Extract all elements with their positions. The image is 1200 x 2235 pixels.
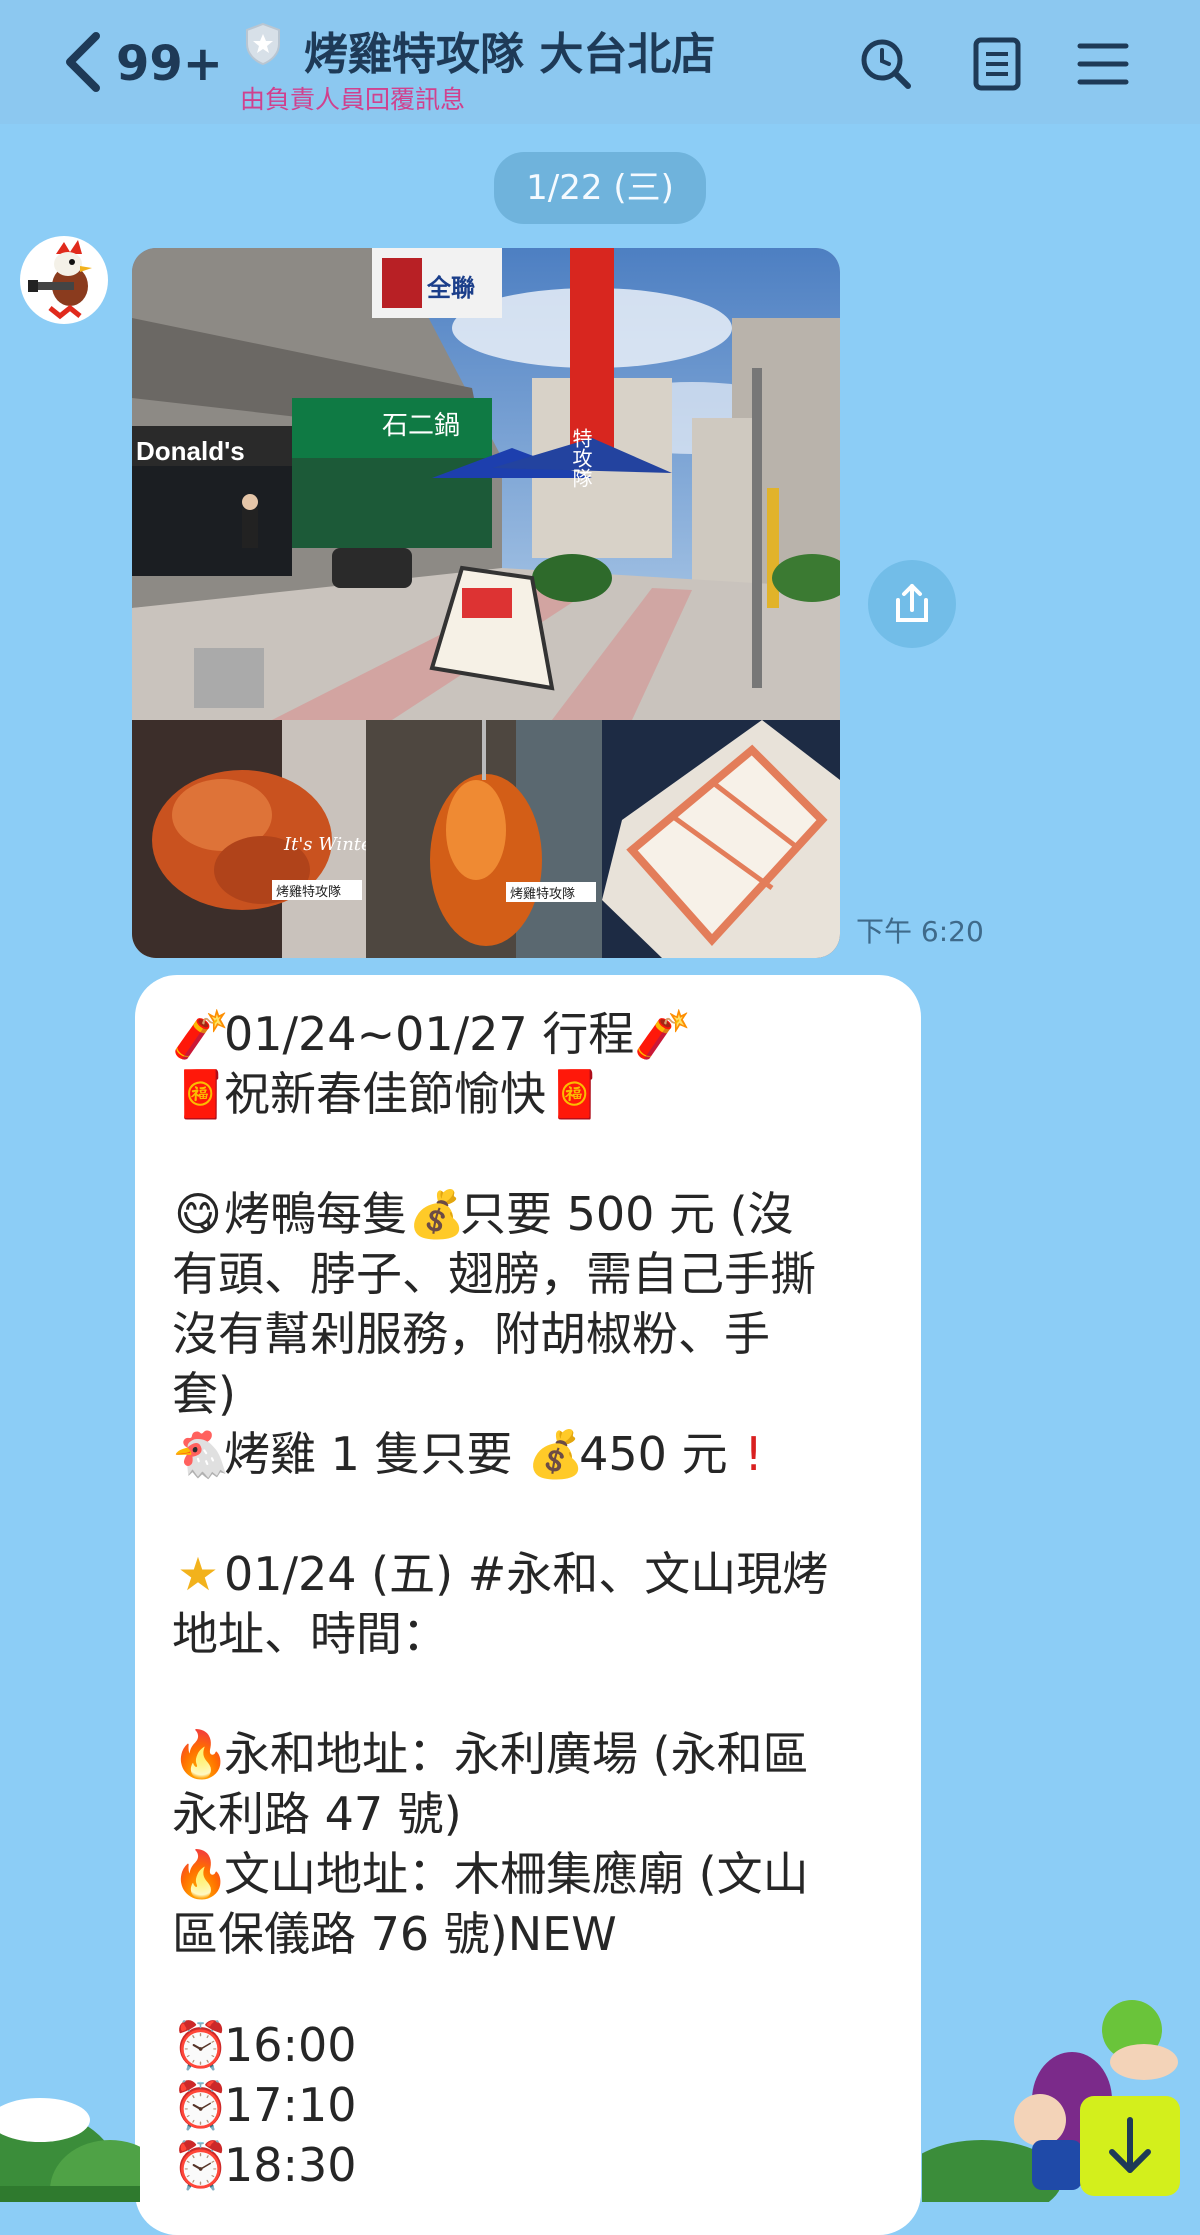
message-timestamp: 下午 6:20 <box>856 915 984 948</box>
star-icon: ★ <box>177 1547 219 1601</box>
exclamation-icon: ! <box>744 1427 763 1481</box>
menu-icon[interactable] <box>1076 36 1132 92</box>
avatar[interactable] <box>20 236 108 324</box>
message-line: 🐔烤雞 1 隻只要 💰450 元! <box>172 1418 780 1484</box>
message-line: 區保儀路 76 號)NEW <box>172 1907 617 1961</box>
message-line: 🧨01/24~01/27 行程🧨 <box>172 1007 692 1061</box>
share-button[interactable] <box>868 560 956 648</box>
message-line: ★ 01/24 (五) #永和、文山現烤 <box>172 1538 828 1604</box>
notes-icon[interactable] <box>970 36 1026 92</box>
arrow-down-icon <box>1109 2117 1151 2173</box>
roast-duck-photo: 烤雞特攻隊 <box>366 720 602 958</box>
firecracker-icon: 🧨 <box>634 1007 692 1061</box>
unread-count[interactable]: 99+ <box>116 36 223 92</box>
date-separator: 1/22 (三) <box>494 152 706 224</box>
photo-label: 烤雞特攻隊 <box>276 884 341 899</box>
yum-face-icon: 😋 <box>174 1187 222 1241</box>
message-line: 沒有幫剁服務，附胡椒粉、手 <box>172 1307 770 1361</box>
alarm-clock-icon: ⏰ <box>172 2138 230 2192</box>
photo-label: 烤雞特攻隊 <box>510 886 575 901</box>
winter-caption: It's Winter. <box>283 834 366 855</box>
chat-header: 99+ 烤雞特攻隊 大台北店 由負責人員回覆訊息 <box>0 0 1200 124</box>
roast-chicken-photo: It's Winter. 烤雞特攻隊 <box>132 720 366 958</box>
message-line: 🔥永和地址：永利廣場 (永和區 <box>172 1727 809 1781</box>
storefront-photo: Donald's 石二鍋 全聯 特攻隊 <box>132 248 840 720</box>
share-icon <box>896 584 928 622</box>
message-line: 有頭、脖子、翅膀，需自己手撕 <box>172 1247 816 1301</box>
red-envelope-icon: 🧧 <box>546 1067 604 1121</box>
sign-pxmart: 全聯 <box>426 274 475 302</box>
chat-title[interactable]: 烤雞特攻隊 大台北店 <box>304 18 715 82</box>
alarm-clock-icon: ⏰ <box>172 2078 230 2132</box>
message-line: 🔥文山地址：木柵集應廟 (文山 <box>172 1847 809 1901</box>
firecracker-icon: 🧨 <box>172 1007 230 1061</box>
chat-subtitle: 由負責人員回覆訊息 <box>240 85 466 114</box>
fire-icon: 🔥 <box>172 1727 230 1781</box>
gift-box-photo <box>602 720 840 958</box>
message-line: 地址、時間： <box>172 1607 448 1661</box>
message-line: 永利路 47 號) <box>172 1787 462 1841</box>
hills-decoration <box>0 2098 140 2202</box>
banner-text: 特攻隊 <box>569 428 592 488</box>
message-line: 😋烤鴨每隻💰只要 500 元 (沒 <box>172 1178 794 1244</box>
red-envelope-icon: 🧧 <box>172 1067 230 1121</box>
shield-icon <box>246 22 280 66</box>
money-bag-icon: 💰 <box>527 1427 585 1481</box>
fire-icon: 🔥 <box>172 1847 230 1901</box>
money-bag-icon: 💰 <box>408 1187 466 1241</box>
chicken-icon: 🐔 <box>172 1427 230 1481</box>
message-line: ⏰17:10 <box>172 2078 357 2132</box>
sign-shi-er-guo: 石二鍋 <box>382 410 460 440</box>
photo-message[interactable]: Donald's 石二鍋 全聯 特攻隊 It's Winter. 烤雞特攻隊 烤… <box>132 248 840 958</box>
message-line: ⏰16:00 <box>172 2018 357 2072</box>
message-line: 套) <box>172 1367 236 1421</box>
sign-mcdonalds: Donald's <box>136 436 245 466</box>
chevron-left-icon[interactable] <box>60 30 110 94</box>
message-line: ⏰18:30 <box>172 2138 357 2192</box>
alarm-clock-icon: ⏰ <box>172 2018 230 2072</box>
scroll-to-bottom-button[interactable] <box>1080 2096 1180 2196</box>
search-icon[interactable] <box>858 36 914 92</box>
message-line: 🧧祝新春佳節愉快🧧 <box>172 1067 604 1121</box>
rooster-logo-icon <box>28 240 92 320</box>
